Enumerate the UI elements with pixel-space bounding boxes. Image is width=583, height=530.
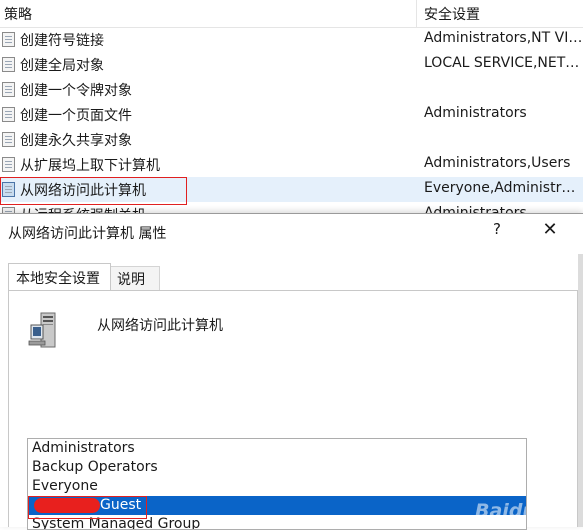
policy-row[interactable]: 创建一个页面文件 Administrators: [0, 102, 583, 127]
policy-row[interactable]: 创建永久共享对象: [0, 127, 583, 152]
policy-setting: Administrators,Users: [424, 155, 571, 171]
highlight-outline: [0, 177, 187, 205]
policy-title: 从网络访问此计算机: [97, 318, 223, 334]
policy-name: 从扩展坞上取下计算机: [20, 158, 160, 174]
policy-setting: LOCAL SERVICE,NETW...: [424, 55, 583, 71]
column-divider[interactable]: [416, 0, 417, 27]
policy-icon: [2, 157, 15, 172]
list-item[interactable]: Everyone: [28, 477, 526, 496]
list-header: 策略 安全设置: [0, 0, 583, 28]
background-scrollbar[interactable]: [578, 254, 583, 527]
list-item[interactable]: Backup Operators: [28, 458, 526, 477]
policy-icon: [2, 57, 15, 72]
policy-icon: [2, 82, 15, 97]
policy-icon: [2, 32, 15, 47]
policy-icon: [2, 107, 15, 122]
tab-strip: 本地安全设置 说明: [0, 263, 578, 290]
policy-row[interactable]: 从扩展坞上取下计算机 Administrators,Users: [0, 152, 583, 177]
tab-local-security-setting[interactable]: 本地安全设置: [8, 263, 111, 290]
column-header-setting[interactable]: 安全设置: [424, 4, 480, 24]
computer-icon: [28, 312, 56, 348]
close-button[interactable]: ✕: [540, 219, 560, 240]
highlight-outline: [28, 496, 147, 519]
policy-icon: [2, 132, 15, 147]
properties-dialog: 从网络访问此计算机 属性 ? ✕ 本地安全设置 说明 从网络访问此计算机 Adm…: [0, 213, 583, 530]
policy-name: 创建一个页面文件: [20, 108, 132, 124]
sort-caret-icon: [198, 0, 211, 5]
column-header-policy[interactable]: 策略: [4, 4, 32, 24]
policy-name: 创建永久共享对象: [20, 133, 132, 149]
policy-row[interactable]: 创建全局对象 LOCAL SERVICE,NETW...: [0, 52, 583, 77]
policy-setting: Administrators,NT VIRT...: [424, 30, 583, 46]
policy-name: 创建符号链接: [20, 33, 104, 49]
list-item[interactable]: Administrators: [28, 439, 526, 458]
policy-setting: Administrators: [424, 105, 527, 121]
tab-explain[interactable]: 说明: [111, 266, 160, 290]
help-button[interactable]: ?: [490, 220, 504, 238]
policy-row[interactable]: 创建符号链接 Administrators,NT VIRT...: [0, 27, 583, 52]
dialog-title: 从网络访问此计算机 属性: [8, 226, 167, 242]
policy-name: 创建全局对象: [20, 58, 104, 74]
policy-setting: Everyone,Administrator...: [424, 180, 583, 196]
tab-panel: 从网络访问此计算机 Administrators Backup Operator…: [8, 290, 578, 530]
policy-row[interactable]: 创建一个令牌对象: [0, 77, 583, 102]
watermark-text: jingyan.baidu: [468, 519, 527, 530]
policy-name: 创建一个令牌对象: [20, 83, 132, 99]
